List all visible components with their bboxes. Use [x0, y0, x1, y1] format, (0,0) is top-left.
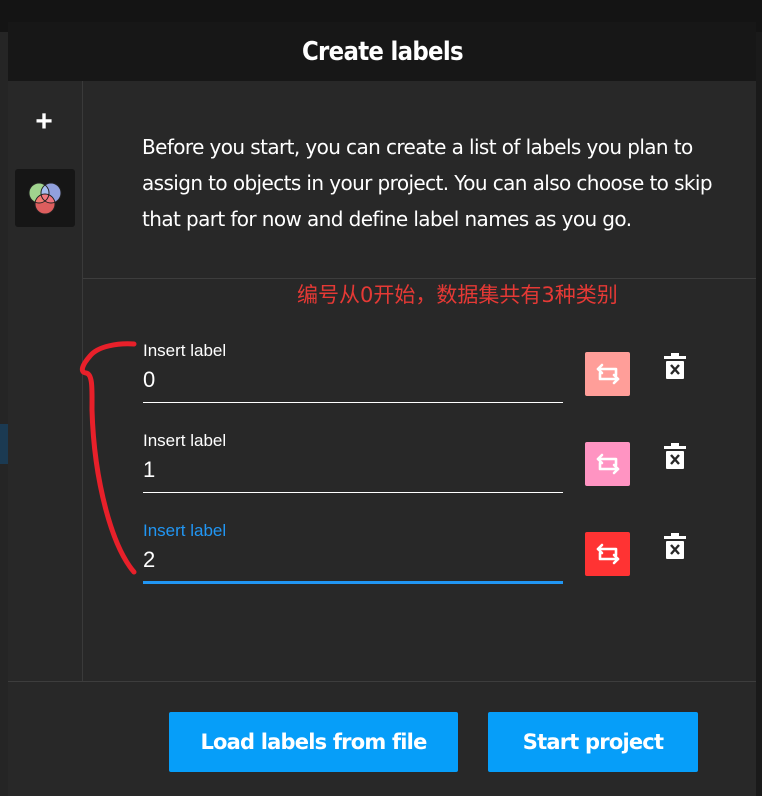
label-input-caption: Insert label	[143, 431, 227, 450]
change-color-button[interactable]	[585, 352, 630, 396]
dialog-header: Create labels	[8, 22, 756, 81]
label-input-caption: Insert label	[143, 521, 227, 540]
dialog-sidebar: +	[8, 81, 83, 681]
dialog-content: Before you start, you can create a list …	[83, 81, 756, 681]
label-input-field[interactable]: Insert label 2	[143, 521, 563, 599]
trash-icon	[664, 443, 686, 469]
label-row: Insert label 2	[83, 521, 756, 599]
load-labels-button[interactable]: Load labels from file	[169, 712, 458, 772]
app-backdrop-left	[0, 32, 8, 796]
annotation-note: 编号从0开始，数据集共有3种类别	[297, 283, 618, 307]
intro-description: Before you start, you can create a list …	[142, 135, 713, 231]
app-backdrop-right	[756, 32, 762, 796]
backdrop-element	[0, 424, 8, 464]
change-color-button[interactable]	[585, 532, 630, 576]
label-input-value[interactable]: 1	[143, 457, 563, 483]
delete-label-button[interactable]	[661, 351, 689, 381]
label-input-value[interactable]: 2	[143, 547, 563, 573]
delete-label-button[interactable]	[661, 441, 689, 471]
label-input-field[interactable]: Insert label 1	[143, 431, 563, 509]
refresh-color-icon	[596, 363, 619, 385]
footer-divider	[8, 681, 756, 682]
trash-icon	[664, 533, 686, 559]
start-project-button[interactable]: Start project	[488, 712, 698, 772]
add-label-button[interactable]: +	[30, 101, 58, 143]
venn-diagram-button[interactable]	[15, 169, 75, 227]
label-input-caption: Insert label	[143, 341, 227, 360]
label-input-underline	[143, 492, 563, 493]
label-input-field[interactable]: Insert label 0	[143, 341, 563, 419]
venn-diagram-icon	[28, 182, 62, 215]
refresh-color-icon	[596, 543, 619, 565]
label-input-value[interactable]: 0	[143, 367, 563, 393]
label-input-underline	[143, 402, 563, 403]
label-row: Insert label 0	[83, 341, 756, 419]
trash-icon	[664, 353, 686, 379]
refresh-color-icon	[596, 453, 619, 475]
dialog-title: Create labels	[301, 36, 464, 67]
delete-label-button[interactable]	[661, 531, 689, 561]
change-color-button[interactable]	[585, 442, 630, 486]
label-row: Insert label 1	[83, 431, 756, 509]
plus-icon: +	[35, 105, 53, 138]
label-input-underline	[143, 581, 563, 584]
create-labels-dialog: Create labels + Before you start, you ca…	[8, 22, 756, 796]
